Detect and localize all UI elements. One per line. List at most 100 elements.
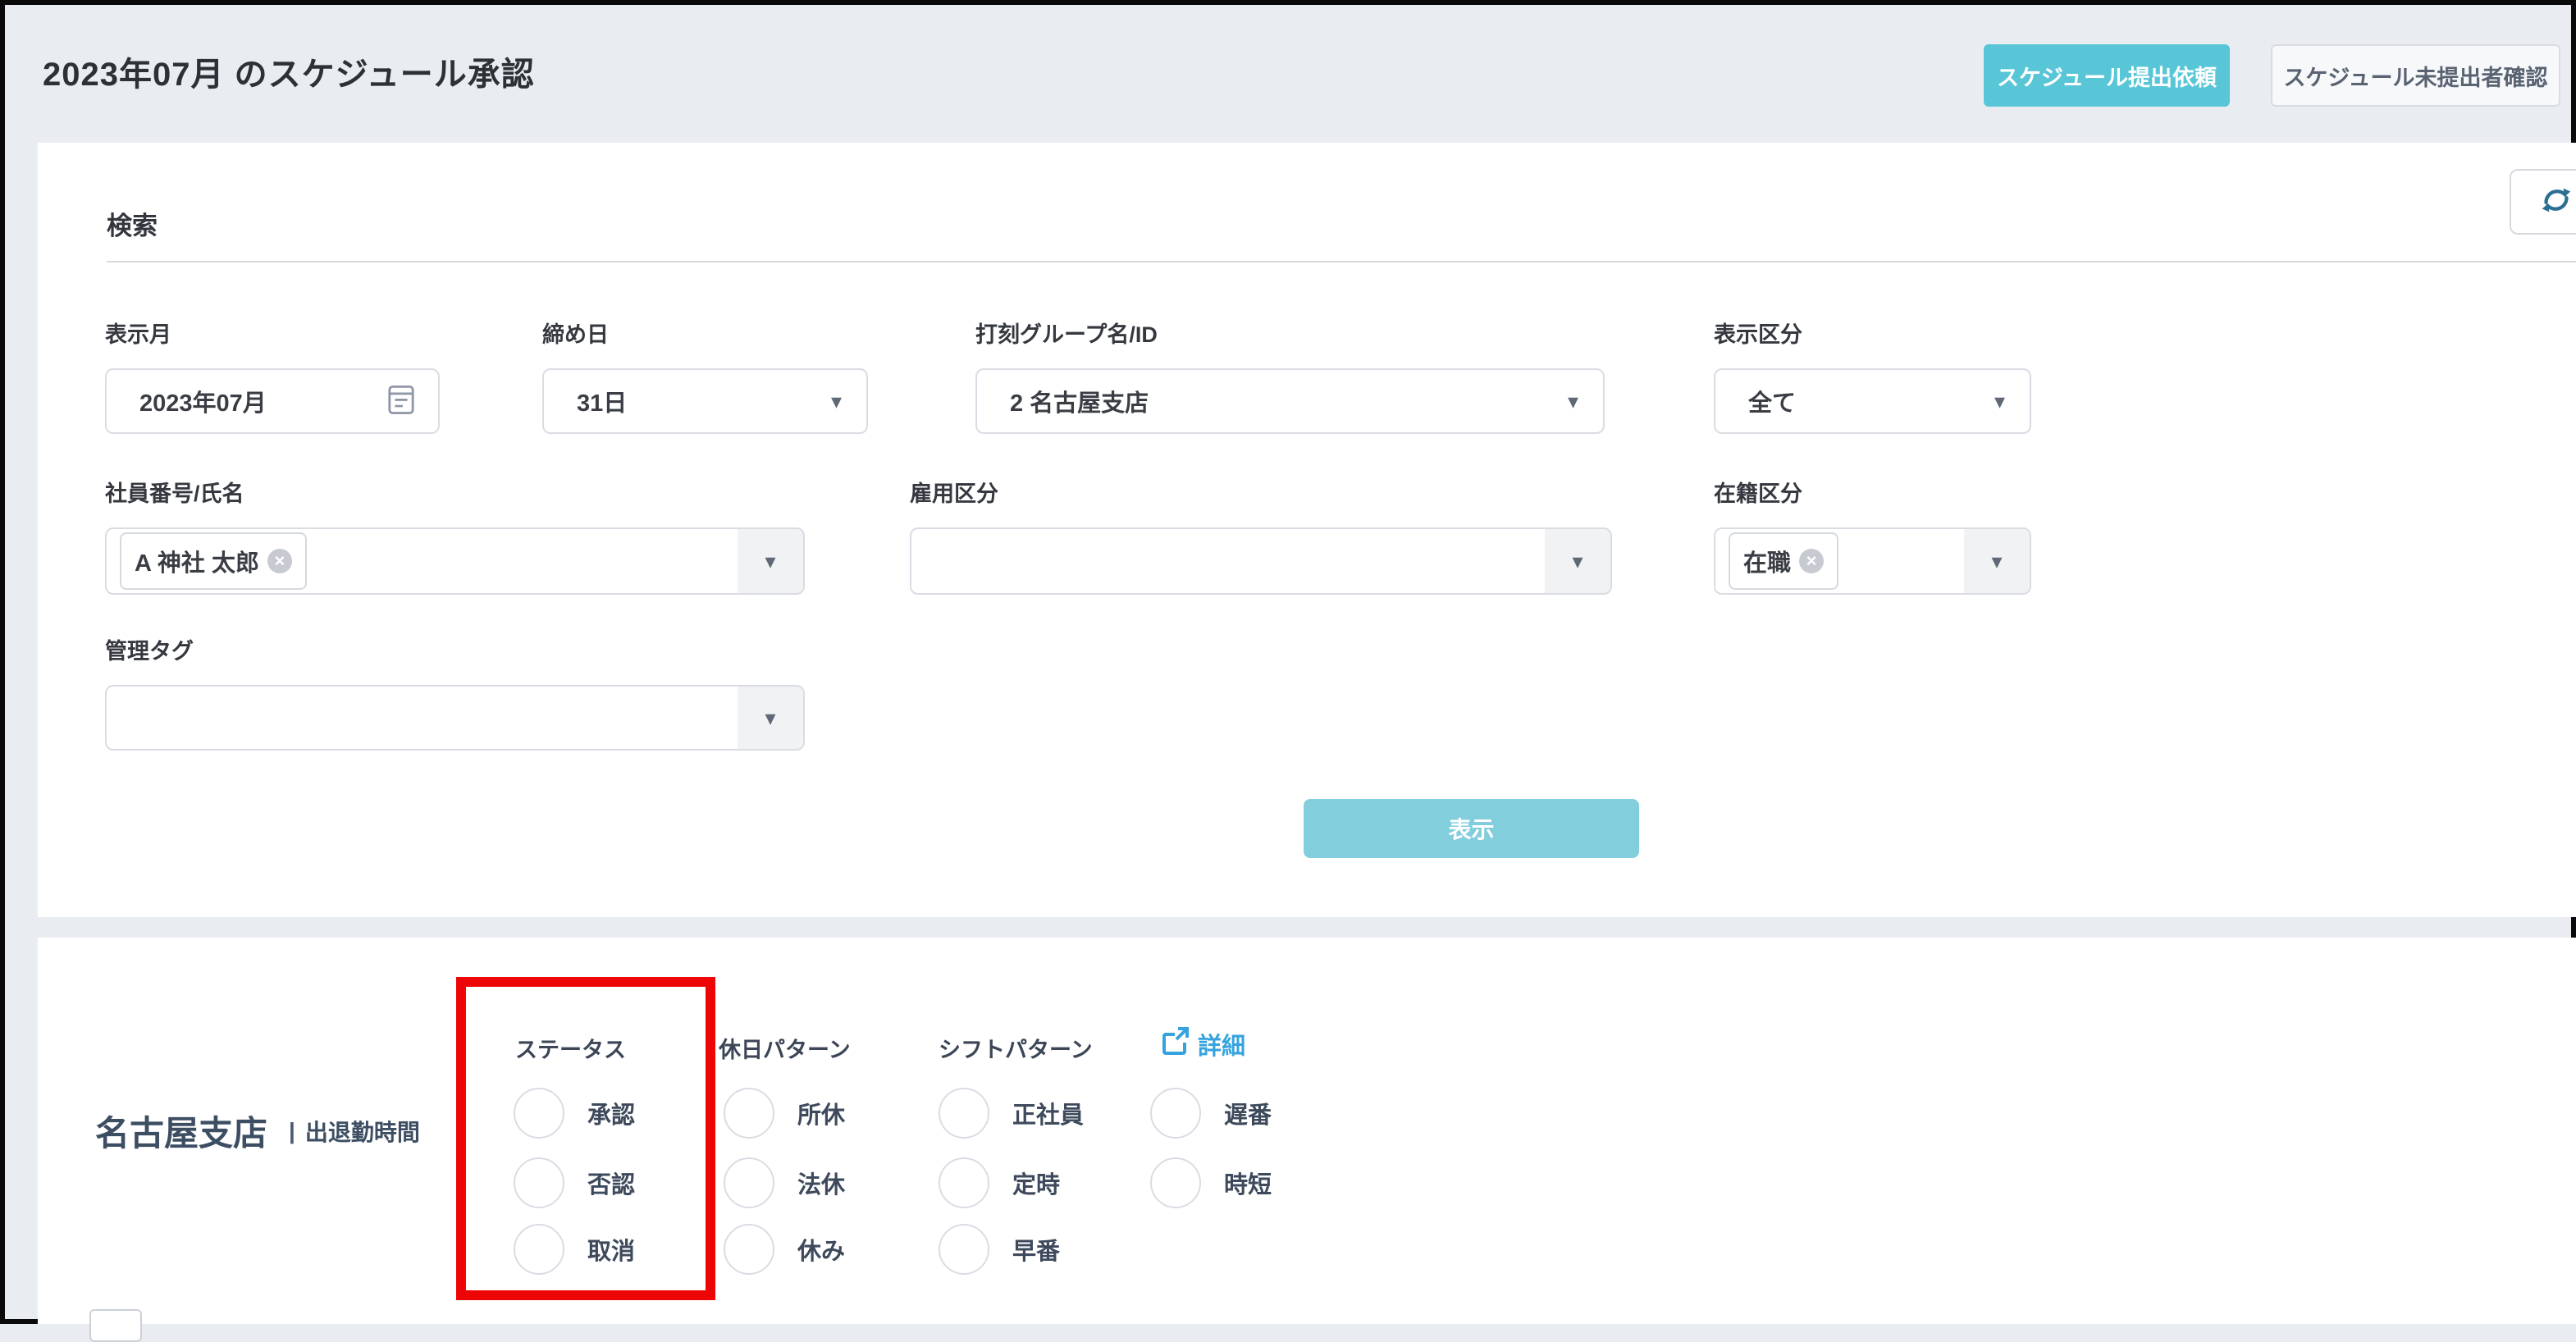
radio-dayoff-label: 休み <box>797 1232 845 1267</box>
select-strip[interactable]: ▾ <box>738 529 803 593</box>
enrollment-category-field-group: 在籍区分 在職 × ▾ <box>1714 476 2031 595</box>
radio-reject-label: 否認 <box>587 1166 635 1200</box>
employee-multiselect[interactable]: A 神社 太郎 × ▾ <box>105 527 805 595</box>
radio-fulltime[interactable] <box>939 1088 989 1139</box>
chevron-down-icon: ▾ <box>1568 390 1578 412</box>
radio-regular-time-label: 定時 <box>1012 1166 1060 1200</box>
detail-link[interactable]: 詳細 <box>1160 1026 1245 1062</box>
status-column-header: ステータス <box>515 1032 626 1064</box>
branch-subtitle: 出退勤時間 <box>305 1115 420 1148</box>
chevron-down-icon: ▾ <box>1572 550 1583 572</box>
enrollment-category-multiselect[interactable]: 在職 × ▾ <box>1714 527 2031 595</box>
schedule-submit-request-button[interactable]: スケジュール提出依頼 <box>1984 44 2230 107</box>
employee-tag: A 神社 太郎 × <box>120 532 307 590</box>
clock-group-label: 打刻グループ名/ID <box>975 317 1605 349</box>
radio-early-shift[interactable] <box>939 1224 989 1275</box>
radio-short-hours-label: 時短 <box>1224 1166 1272 1200</box>
admin-tag-label: 管理タグ <box>105 633 805 665</box>
employment-category-multiselect[interactable]: ▾ <box>910 527 1612 595</box>
search-heading: 検索 <box>107 205 158 242</box>
show-button[interactable]: 表示 <box>1304 799 1639 858</box>
display-month-label: 表示月 <box>105 317 440 349</box>
branch-name: 名古屋支店 <box>95 1106 267 1156</box>
holiday-column-header: 休日パターン <box>719 1032 851 1064</box>
radio-row: 取消 <box>514 1224 635 1275</box>
page-title: 2023年07月 のスケジュール承認 <box>43 48 535 95</box>
remove-tag-icon[interactable]: × <box>267 549 292 573</box>
select-strip[interactable]: ▾ <box>738 687 803 749</box>
display-month-input[interactable]: 2023年07月 <box>105 368 440 434</box>
radio-row: 早番 <box>939 1224 1060 1275</box>
radio-late-shift-label: 遅番 <box>1224 1096 1272 1130</box>
radio-row: 時短 <box>1150 1157 1272 1208</box>
refresh-button[interactable] <box>2510 169 2576 235</box>
page-header: 2023年07月 のスケジュール承認 スケジュール提出依頼 スケジュール未提出者… <box>5 5 2571 138</box>
radio-reject[interactable] <box>514 1157 564 1208</box>
employment-category-label: 雇用区分 <box>910 476 1612 508</box>
closing-day-label: 締め日 <box>542 317 868 349</box>
radio-row: 法休 <box>724 1157 845 1208</box>
radio-row: 休み <box>724 1224 845 1275</box>
display-category-label: 表示区分 <box>1714 317 2031 349</box>
enrollment-tag-text: 在職 <box>1743 544 1791 578</box>
closing-day-value: 31日 <box>544 384 627 418</box>
employee-tag-text: A 神社 太郎 <box>135 544 259 578</box>
detail-link-text: 詳細 <box>1198 1027 1245 1061</box>
remove-tag-icon[interactable]: × <box>1799 549 1824 573</box>
radio-legal-holiday[interactable] <box>724 1157 774 1208</box>
divider <box>107 261 2576 262</box>
branch-title: 名古屋支店 | 出退勤時間 <box>95 1106 420 1156</box>
radio-row: 定時 <box>939 1157 1060 1208</box>
chevron-down-icon: ▾ <box>831 390 842 412</box>
radio-fulltime-label: 正社員 <box>1012 1096 1084 1130</box>
employment-category-field-group: 雇用区分 ▾ <box>910 476 1612 595</box>
radio-row: 正社員 <box>939 1088 1084 1139</box>
radio-dayoff[interactable] <box>724 1224 774 1275</box>
radio-office-holiday-label: 所休 <box>797 1096 845 1130</box>
shift-column-header: シフトパターン <box>939 1032 1093 1064</box>
results-panel: 名古屋支店 | 出退勤時間 ステータス 休日パターン シフトパターン 詳細 承認… <box>38 938 2576 1324</box>
employee-field-group: 社員番号/氏名 A 神社 太郎 × ▾ <box>105 476 805 595</box>
radio-early-shift-label: 早番 <box>1012 1232 1060 1267</box>
schedule-unsubmitted-check-button[interactable]: スケジュール未提出者確認 <box>2271 44 2560 107</box>
closing-day-select[interactable]: 31日 ▾ <box>542 368 868 434</box>
enrollment-category-label: 在籍区分 <box>1714 476 2031 508</box>
radio-approve-label: 承認 <box>587 1096 635 1130</box>
display-category-field-group: 表示区分 全て ▾ <box>1714 317 2031 434</box>
employee-label: 社員番号/氏名 <box>105 476 805 508</box>
select-strip[interactable]: ▾ <box>1964 529 2030 593</box>
radio-legal-holiday-label: 法休 <box>797 1166 845 1200</box>
radio-short-hours[interactable] <box>1150 1157 1201 1208</box>
clock-group-select[interactable]: 2 名古屋支店 ▾ <box>975 368 1605 434</box>
radio-regular-time[interactable] <box>939 1157 989 1208</box>
radio-row: 否認 <box>514 1157 635 1208</box>
radio-row: 承認 <box>514 1088 635 1139</box>
display-month-value: 2023年07月 <box>107 384 267 418</box>
chevron-down-icon: ▾ <box>1991 550 2002 572</box>
chevron-down-icon: ▾ <box>765 550 775 572</box>
refresh-icon <box>2537 181 2575 223</box>
radio-late-shift[interactable] <box>1150 1088 1201 1139</box>
radio-row: 所休 <box>724 1088 845 1139</box>
partial-checkbox[interactable] <box>89 1309 142 1342</box>
radio-cancel[interactable] <box>514 1224 564 1275</box>
radio-approve[interactable] <box>514 1088 564 1139</box>
clock-group-value: 2 名古屋支店 <box>977 384 1149 418</box>
admin-tag-multiselect[interactable]: ▾ <box>105 685 805 751</box>
clock-group-field-group: 打刻グループ名/ID 2 名古屋支店 ▾ <box>975 317 1605 434</box>
chevron-down-icon: ▾ <box>1994 390 2005 412</box>
display-month-field-group: 表示月 2023年07月 <box>105 317 440 434</box>
search-panel: 検索 表示月 2023年07月 <box>38 143 2576 917</box>
enrollment-tag: 在職 × <box>1729 532 1838 590</box>
branch-separator: | <box>289 1118 295 1144</box>
chevron-down-icon: ▾ <box>765 707 775 728</box>
radio-cancel-label: 取消 <box>587 1232 635 1267</box>
radio-office-holiday[interactable] <box>724 1088 774 1139</box>
display-category-select[interactable]: 全て ▾ <box>1714 368 2031 434</box>
select-strip[interactable]: ▾ <box>1545 529 1610 593</box>
admin-tag-field-group: 管理タグ ▾ <box>105 633 805 751</box>
closing-day-field-group: 締め日 31日 ▾ <box>542 317 868 434</box>
radio-row: 遅番 <box>1150 1088 1272 1139</box>
external-link-icon <box>1160 1026 1190 1062</box>
calendar-icon[interactable] <box>387 383 415 420</box>
